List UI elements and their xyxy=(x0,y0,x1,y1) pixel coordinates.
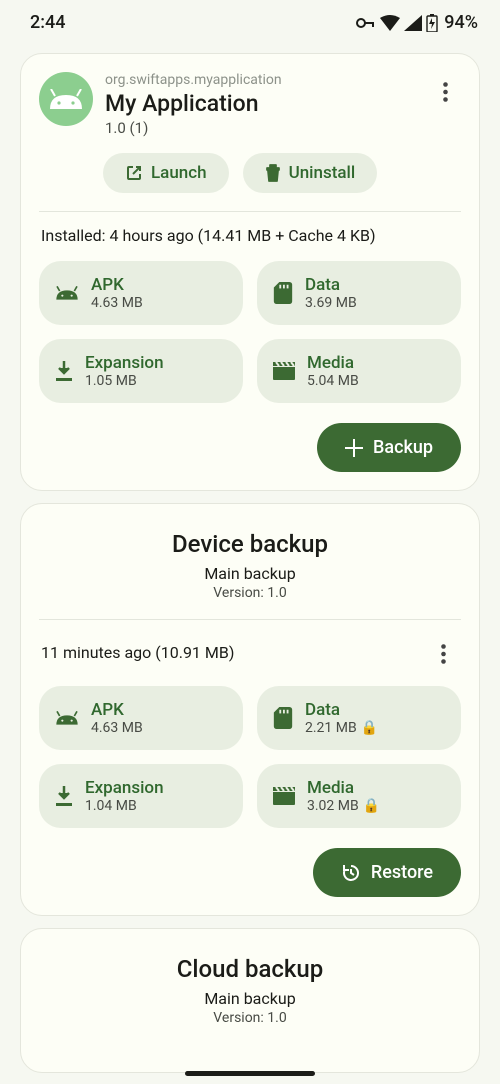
divider xyxy=(39,211,461,212)
plus-icon xyxy=(345,439,363,457)
app-version: 1.0 (1) xyxy=(105,119,417,137)
backup-time-info: 11 minutes ago (10.91 MB) xyxy=(41,643,234,662)
app-card: org.swiftapps.myapplication My Applicati… xyxy=(20,53,480,491)
download-icon xyxy=(55,361,73,381)
wifi-icon xyxy=(380,15,400,31)
tile-expansion[interactable]: Expansion1.05 MB xyxy=(39,339,243,403)
tile-sub: 2.21 MB 🔒 xyxy=(305,720,378,736)
open-external-icon xyxy=(125,164,143,182)
launch-label: Launch xyxy=(151,163,207,183)
signal-icon xyxy=(404,15,422,31)
app-title: My Application xyxy=(105,90,417,117)
backup-tile-expansion[interactable]: Expansion1.04 MB xyxy=(39,764,243,828)
backup-tile-media[interactable]: Media3.02 MB 🔒 xyxy=(257,764,461,828)
tile-title: APK xyxy=(91,700,143,720)
app-icon xyxy=(39,72,93,126)
tile-title: APK xyxy=(91,275,143,295)
battery-percent: 94% xyxy=(444,12,478,33)
section-sub: Main backup xyxy=(39,564,461,583)
package-name: org.swiftapps.myapplication xyxy=(105,72,417,88)
download-icon xyxy=(55,786,73,806)
clapper-icon xyxy=(273,362,295,380)
more-vert-icon xyxy=(441,644,446,664)
restore-button[interactable]: Restore xyxy=(313,848,461,897)
section-title: Cloud backup xyxy=(39,955,461,983)
section-sub: Main backup xyxy=(39,989,461,1008)
tile-apk[interactable]: APK4.63 MB xyxy=(39,261,243,325)
tile-sub: 4.63 MB xyxy=(91,720,143,736)
tile-title: Media xyxy=(307,353,359,373)
status-bar: 2:44 94% xyxy=(0,0,500,41)
backup-overflow-button[interactable] xyxy=(427,638,459,670)
launch-button[interactable]: Launch xyxy=(103,153,229,193)
clapper-icon xyxy=(273,787,295,805)
tile-sub: 3.02 MB 🔒 xyxy=(307,798,380,814)
tile-sub: 1.04 MB xyxy=(85,798,164,814)
android-head-icon xyxy=(55,286,79,300)
lock-icon: 🔒 xyxy=(363,798,380,814)
android-head-icon xyxy=(55,711,79,725)
uninstall-button[interactable]: Uninstall xyxy=(243,153,378,193)
backup-tile-apk[interactable]: APK4.63 MB xyxy=(39,686,243,750)
tile-title: Media xyxy=(307,778,380,798)
more-vert-icon xyxy=(443,82,448,102)
sd-card-icon xyxy=(273,707,293,729)
sd-card-icon xyxy=(273,282,293,304)
tile-title: Data xyxy=(305,275,357,295)
status-indicators: 94% xyxy=(356,12,478,33)
restore-label: Restore xyxy=(371,862,433,883)
gesture-nav-bar xyxy=(185,1071,315,1076)
tile-title: Expansion xyxy=(85,778,164,798)
section-title: Device backup xyxy=(39,530,461,558)
backup-tile-data[interactable]: Data2.21 MB 🔒 xyxy=(257,686,461,750)
cloud-backup-card: Cloud backup Main backup Version: 1.0 xyxy=(20,928,480,1073)
overflow-menu-button[interactable] xyxy=(429,76,461,108)
status-time: 2:44 xyxy=(30,12,65,33)
section-version: Version: 1.0 xyxy=(39,1010,461,1026)
vpn-key-icon xyxy=(356,17,376,29)
lock-icon: 🔒 xyxy=(361,720,378,736)
tile-title: Data xyxy=(305,700,378,720)
tile-sub: 5.04 MB xyxy=(307,373,359,389)
tile-sub: 4.63 MB xyxy=(91,295,143,311)
device-backup-card: Device backup Main backup Version: 1.0 1… xyxy=(20,503,480,916)
uninstall-label: Uninstall xyxy=(289,163,356,183)
divider xyxy=(39,619,461,620)
tile-sub: 1.05 MB xyxy=(85,373,164,389)
restore-icon xyxy=(341,863,361,883)
tile-title: Expansion xyxy=(85,353,164,373)
backup-button[interactable]: Backup xyxy=(317,423,461,472)
backup-label: Backup xyxy=(373,437,433,458)
android-icon xyxy=(48,89,84,109)
installed-info: Installed: 4 hours ago (14.41 MB + Cache… xyxy=(39,226,461,245)
trash-icon xyxy=(265,164,281,182)
tile-data[interactable]: Data3.69 MB xyxy=(257,261,461,325)
tile-media[interactable]: Media5.04 MB xyxy=(257,339,461,403)
tile-sub: 3.69 MB xyxy=(305,295,357,311)
section-version: Version: 1.0 xyxy=(39,585,461,601)
battery-icon xyxy=(426,14,438,32)
